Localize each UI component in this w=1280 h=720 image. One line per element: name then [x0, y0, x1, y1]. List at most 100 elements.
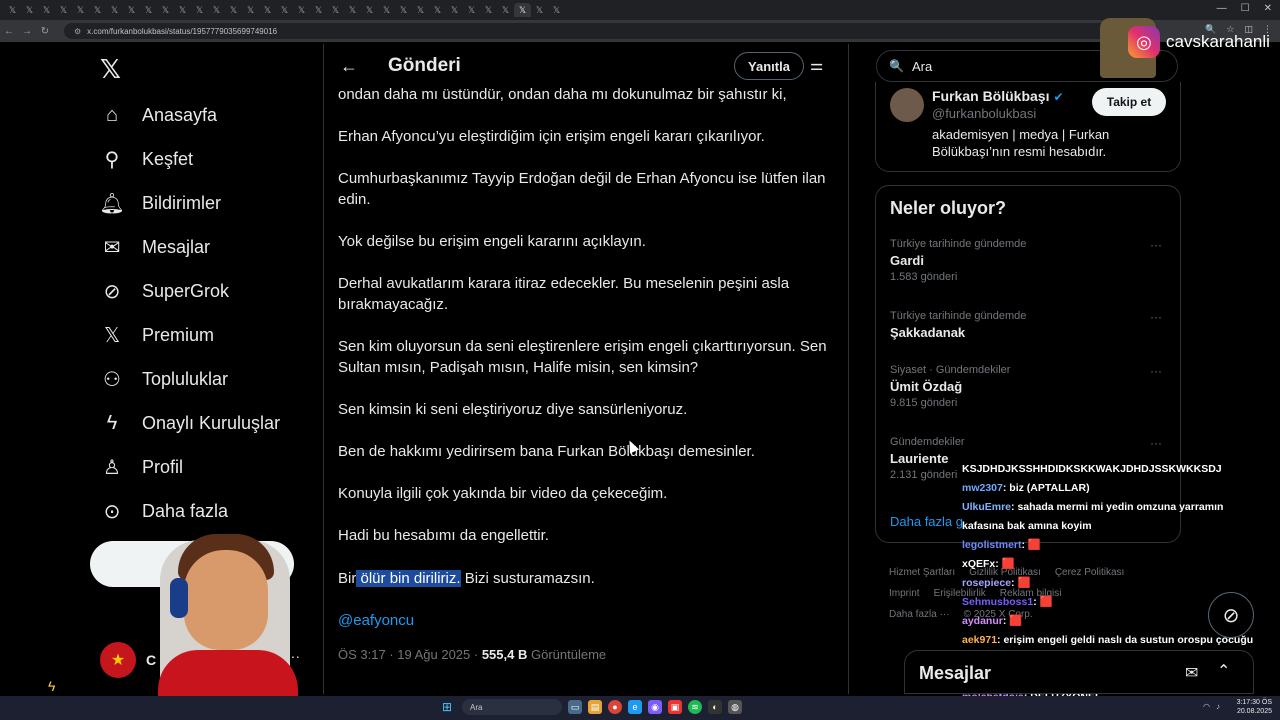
discord-icon[interactable]: ◉ [648, 700, 662, 714]
nav-item-2[interactable]: ⚲ Keşfet [100, 141, 193, 177]
chat-message: rosepiece: 🟥 [962, 574, 1272, 593]
windows-start-icon[interactable]: ⊞ [442, 700, 456, 714]
browser-tab[interactable]: 𝕏 [327, 3, 344, 17]
footer-link[interactable]: Hizmet Şartları [889, 567, 955, 578]
browser-tab[interactable]: 𝕏 [208, 3, 225, 17]
obs-icon[interactable]: ◍ [728, 700, 742, 714]
chat-text: : 🟥 [1002, 615, 1023, 627]
close-icon[interactable]: ✕ [1264, 3, 1272, 14]
reload-icon[interactable]: ↻ [36, 26, 54, 37]
taskbar-apps: ⊞ Ara ▭ ▤ ● e ◉ ▣ ≋ ◐ ◍ [442, 699, 742, 715]
chat-text: kafasına bak amına koyim [962, 520, 1092, 532]
search-input[interactable]: Ara [912, 59, 932, 74]
window-controls[interactable]: — ☐ ✕ [1217, 3, 1272, 14]
back-icon[interactable]: ← [0, 26, 18, 37]
explorer-icon[interactable]: ▭ [568, 700, 582, 714]
reply-button[interactable]: Yanıtla [734, 52, 804, 80]
footer-link[interactable]: Daha fazla ··· [889, 609, 950, 620]
expand-icon[interactable]: ⌃ [1217, 661, 1230, 681]
follow-button[interactable]: Takip et [1092, 88, 1166, 116]
folder-icon[interactable]: ▤ [588, 700, 602, 714]
nav-item-4[interactable]: ✉ Mesajlar [100, 229, 210, 265]
browser-tab[interactable]: 𝕏 [310, 3, 327, 17]
trend-item[interactable]: Türkiye tarihinde gündemde Gardi 1.583 gön… [890, 238, 1170, 283]
wifi-icon[interactable]: ◠ [1203, 702, 1210, 711]
spotify-icon[interactable]: ≋ [688, 700, 702, 714]
nav-item-6[interactable]: 𝕏 Premium [100, 317, 214, 353]
browser-tab[interactable]: 𝕏 [548, 3, 565, 17]
browser-tab[interactable]: 𝕏 [293, 3, 310, 17]
browser-tab[interactable]: 𝕏 [378, 3, 395, 17]
app-icon-red[interactable]: ▣ [668, 700, 682, 714]
browser-tab[interactable]: 𝕏 [157, 3, 174, 17]
browser-tab[interactable]: 𝕏 [259, 3, 276, 17]
forward-icon[interactable]: → [18, 26, 36, 37]
browser-tab[interactable]: 𝕏 [21, 3, 38, 17]
author-name-row[interactable]: Furkan Bölükbaşı ✔ [932, 88, 1064, 104]
browser-tab[interactable]: 𝕏 [225, 3, 242, 17]
site-info-icon[interactable]: ⚙ [74, 27, 81, 36]
system-tray[interactable]: ◠ ♪ [1203, 702, 1220, 711]
edge-icon[interactable]: e [628, 700, 642, 714]
browser-tab[interactable]: 𝕏 [72, 3, 89, 17]
browser-tab[interactable]: 𝕏 [55, 3, 72, 17]
browser-tab[interactable]: 𝕏 [38, 3, 55, 17]
more-dots-icon[interactable]: ··· [1150, 436, 1162, 450]
trend-item[interactable]: Türkiye tarihinde gündemde Şakkadanak ··· [890, 310, 1170, 343]
volume-icon[interactable]: ♪ [1216, 702, 1220, 711]
url-field[interactable]: ⚙ x.com/furkanbolukbasi/status/195777903… [64, 23, 1144, 39]
browser-tab[interactable]: 𝕏 [344, 3, 361, 17]
mention-text[interactable]: @eafyoncu [338, 612, 414, 629]
steam-icon[interactable]: ◐ [708, 700, 722, 714]
footer-link[interactable]: Imprint [889, 588, 920, 599]
mention-link[interactable]: @eafyoncu [338, 610, 838, 631]
browser-tab[interactable]: 𝕏 [361, 3, 378, 17]
browser-tab[interactable]: 𝕏 [140, 3, 157, 17]
chrome-icon[interactable]: ● [608, 700, 622, 714]
browser-tab[interactable]: 𝕏 [429, 3, 446, 17]
browser-tab[interactable]: 𝕏 [174, 3, 191, 17]
post-meta: ÖS 3:17 · 19 Ağu 2025 · 555,4 B Görüntül… [338, 647, 606, 662]
browser-tab[interactable]: 𝕏 [395, 3, 412, 17]
more-dots-icon[interactable]: ··· [1150, 238, 1162, 252]
browser-tab[interactable]: 𝕏 [514, 3, 531, 17]
nav-item-1[interactable]: ⌂ Anasayfa [100, 97, 217, 133]
clock[interactable]: 3:17:30 ÖS 20.08.2025 [1237, 698, 1272, 716]
post-timestamp[interactable]: ÖS 3:17 · 19 Ağu 2025 · [338, 647, 482, 662]
taskbar-search[interactable]: Ara [462, 699, 562, 715]
browser-tab[interactable]: 𝕏 [446, 3, 463, 17]
author-handle[interactable]: @furkanbolukbasi [932, 106, 1036, 121]
maximize-icon[interactable]: ☐ [1241, 3, 1250, 14]
trend-item[interactable]: Siyaset · Gündemdekiler Ümit Özdağ 9.815 g… [890, 364, 1170, 409]
browser-tab[interactable]: 𝕏 [123, 3, 140, 17]
browser-tab[interactable]: 𝕏 [106, 3, 123, 17]
browser-tab[interactable]: 𝕏 [531, 3, 548, 17]
new-message-icon[interactable]: ✉ [1185, 663, 1198, 683]
nav-item-3[interactable]: 🔔︎ Bildirimler [99, 185, 221, 221]
grok-fab-button[interactable]: ⊘ [1208, 592, 1254, 638]
x-logo-icon[interactable]: 𝕏 [100, 54, 121, 85]
browser-tab[interactable]: 𝕏 [463, 3, 480, 17]
browser-tab[interactable]: 𝕏 [412, 3, 429, 17]
filter-settings-icon[interactable]: ⚌ [810, 56, 823, 74]
nav-item-7[interactable]: ⚇ Topluluklar [100, 361, 228, 397]
minimize-icon[interactable]: — [1217, 3, 1227, 14]
browser-tab[interactable]: 𝕏 [191, 3, 208, 17]
author-avatar[interactable] [890, 88, 924, 122]
back-arrow-icon[interactable]: ← [340, 56, 360, 77]
trends-show-more[interactable]: Daha fazla g [890, 514, 963, 529]
author-name[interactable]: Furkan Bölükbaşı [932, 88, 1049, 104]
browser-tab[interactable]: 𝕏 [4, 3, 21, 17]
nav-item-8[interactable]: ϟ Onaylı Kuruluşlar [100, 405, 280, 441]
nav-item-5[interactable]: ⊘ SuperGrok [100, 273, 229, 309]
browser-tab[interactable]: 𝕏 [497, 3, 514, 17]
browser-tab[interactable]: 𝕏 [89, 3, 106, 17]
browser-tab[interactable]: 𝕏 [276, 3, 293, 17]
browser-tab[interactable]: 𝕏 [242, 3, 259, 17]
more-dots-icon[interactable]: ··· [1150, 310, 1162, 324]
messages-dock[interactable]: Mesajlar ✉ ⌃ [904, 650, 1254, 694]
browser-tab[interactable]: 𝕏 [480, 3, 497, 17]
more-dots-icon[interactable]: ··· [1150, 364, 1162, 378]
nav-item-9[interactable]: ♙ Profil [100, 449, 183, 485]
post-paragraph: Hadi bu hesabımı da engellettir. [338, 527, 549, 544]
